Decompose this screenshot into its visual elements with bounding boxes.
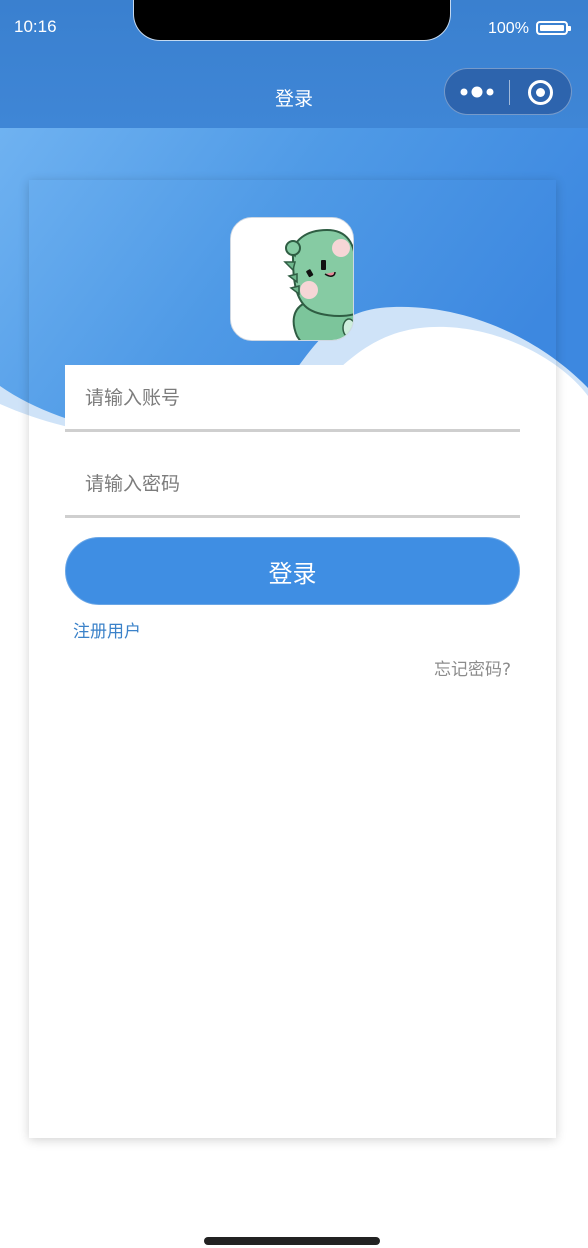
account-field[interactable] — [65, 365, 520, 432]
battery-percent: 100% — [488, 20, 529, 37]
password-field[interactable] — [65, 451, 520, 518]
battery-icon — [536, 21, 571, 35]
avatar — [230, 217, 354, 341]
device-notch — [134, 0, 450, 40]
mini-program-capsule[interactable] — [444, 68, 572, 115]
navigation-bar: 10:16 100% 登录 — [0, 0, 588, 128]
forgot-password-link[interactable]: 忘记密码? — [434, 655, 511, 680]
password-input[interactable] — [83, 451, 507, 517]
capsule-divider — [509, 80, 510, 105]
target-circle-icon[interactable] — [527, 79, 554, 106]
more-dots-icon[interactable] — [459, 83, 499, 101]
home-indicator — [204, 1237, 380, 1245]
account-input[interactable] — [83, 365, 507, 431]
dinosaur-avatar-icon — [231, 218, 353, 340]
status-time: 10:16 — [14, 17, 57, 36]
login-button[interactable]: 登录 — [65, 537, 520, 605]
register-link[interactable]: 注册用户 — [73, 617, 141, 642]
